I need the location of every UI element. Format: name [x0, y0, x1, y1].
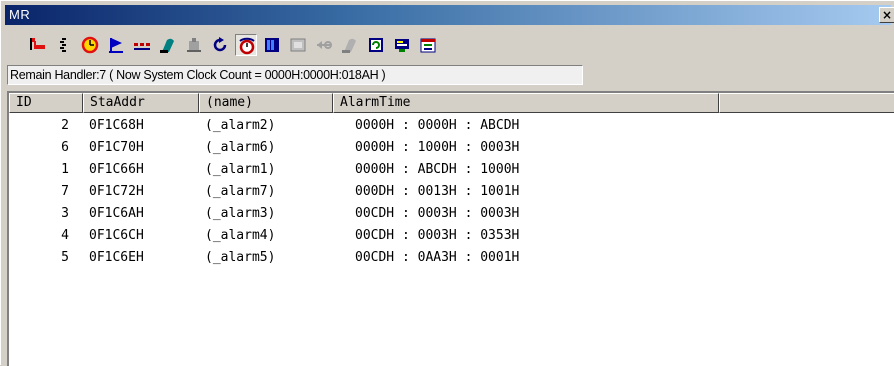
semaphore-icon	[134, 43, 150, 50]
list-header: ID StaAddr (name) AlarmTime	[9, 93, 894, 113]
cell-staaddr: 0F1C68H	[89, 118, 144, 133]
cell-name: (_alarm2)	[205, 118, 276, 133]
toolbar	[27, 32, 439, 58]
column-header-staaddr[interactable]: StaAddr	[83, 93, 199, 113]
cell-alarmtime: 0000H : 0000H : ABCDH	[355, 118, 520, 133]
calendar-button[interactable]	[417, 34, 439, 56]
cell-id: 2	[61, 118, 69, 133]
cell-id: 3	[61, 206, 69, 221]
cell-alarmtime: 000DH : 0013H : 1001H	[355, 184, 520, 199]
memory-pool-button[interactable]	[183, 34, 205, 56]
task-icon	[30, 38, 45, 50]
cell-staaddr: 0F1C6EH	[89, 250, 144, 265]
cell-staaddr: 0F1C66H	[89, 162, 144, 177]
cell-id: 4	[61, 228, 69, 243]
cell-alarmtime: 00CDH : 0AA3H : 0001H	[355, 250, 520, 265]
cell-alarmtime: 00CDH : 0003H : 0353H	[355, 228, 520, 243]
ready-queue-button[interactable]	[53, 34, 75, 56]
variable-memory-button[interactable]	[339, 34, 361, 56]
cyclic-handler-icon	[213, 37, 227, 52]
column-header-alarmtime[interactable]: AlarmTime	[333, 93, 719, 113]
rendezvous-button[interactable]	[313, 34, 335, 56]
interrupt-icon	[369, 38, 383, 52]
cell-name: (_alarm1)	[205, 162, 276, 177]
task-button[interactable]	[27, 34, 49, 56]
alarm-list-view[interactable]: ID StaAddr (name) AlarmTime 2 0F1C68H (_…	[7, 91, 894, 366]
status-bar: Remain Handler:7 ( Now System Clock Coun…	[7, 65, 583, 85]
alarm-handler-icon	[239, 37, 255, 55]
timeout-clock-icon	[81, 36, 99, 54]
column-header-id[interactable]: ID	[9, 93, 83, 113]
mailbox-button[interactable]	[157, 34, 179, 56]
event-flag-icon	[109, 38, 123, 53]
mailbox-icon	[160, 38, 174, 53]
cell-alarmtime: 0000H : ABCDH : 1000H	[355, 162, 520, 177]
event-flag-button[interactable]	[105, 34, 127, 56]
title-bar[interactable]: MR ×	[5, 5, 894, 25]
column-header-filler	[719, 93, 894, 113]
cell-name: (_alarm3)	[205, 206, 276, 221]
close-button[interactable]: ×	[879, 7, 894, 23]
window-title: MR	[9, 7, 31, 22]
cell-id: 7	[61, 184, 69, 199]
column-header-name[interactable]: (name)	[199, 93, 333, 113]
cell-id: 5	[61, 250, 69, 265]
system-status-button[interactable]	[391, 34, 413, 56]
ready-queue-icon	[60, 38, 66, 52]
calendar-icon	[420, 38, 436, 53]
cell-staaddr: 0F1C6CH	[89, 228, 144, 243]
alarm-handler-button[interactable]	[235, 34, 257, 56]
system-status-icon	[395, 39, 409, 52]
message-buffer-icon	[265, 38, 279, 52]
semaphore-button[interactable]	[131, 34, 153, 56]
cell-id: 6	[61, 140, 69, 155]
message-buffer-button[interactable]	[261, 34, 283, 56]
timeout-clock-button[interactable]	[79, 34, 101, 56]
memory-pool-icon	[187, 38, 201, 52]
variable-memory-icon	[342, 38, 356, 53]
port-icon	[290, 38, 306, 52]
cell-alarmtime: 0000H : 1000H : 0003H	[355, 140, 520, 155]
cell-staaddr: 0F1C6AH	[89, 206, 144, 221]
cell-name: (_alarm7)	[205, 184, 276, 199]
cell-staaddr: 0F1C72H	[89, 184, 144, 199]
cyclic-handler-button[interactable]	[209, 34, 231, 56]
mr-window: MR × Remain Handler:7 (Now System Clock…	[0, 0, 894, 366]
cell-name: (_alarm4)	[205, 228, 276, 243]
cell-id: 1	[61, 162, 69, 177]
cell-name: (_alarm6)	[205, 140, 276, 155]
port-button[interactable]	[287, 34, 309, 56]
interrupt-button[interactable]	[365, 34, 387, 56]
cell-staaddr: 0F1C70H	[89, 140, 144, 155]
cell-name: (_alarm5)	[205, 250, 276, 265]
cell-alarmtime: 00CDH : 0003H : 0003H	[355, 206, 520, 221]
rendezvous-icon	[317, 41, 332, 49]
